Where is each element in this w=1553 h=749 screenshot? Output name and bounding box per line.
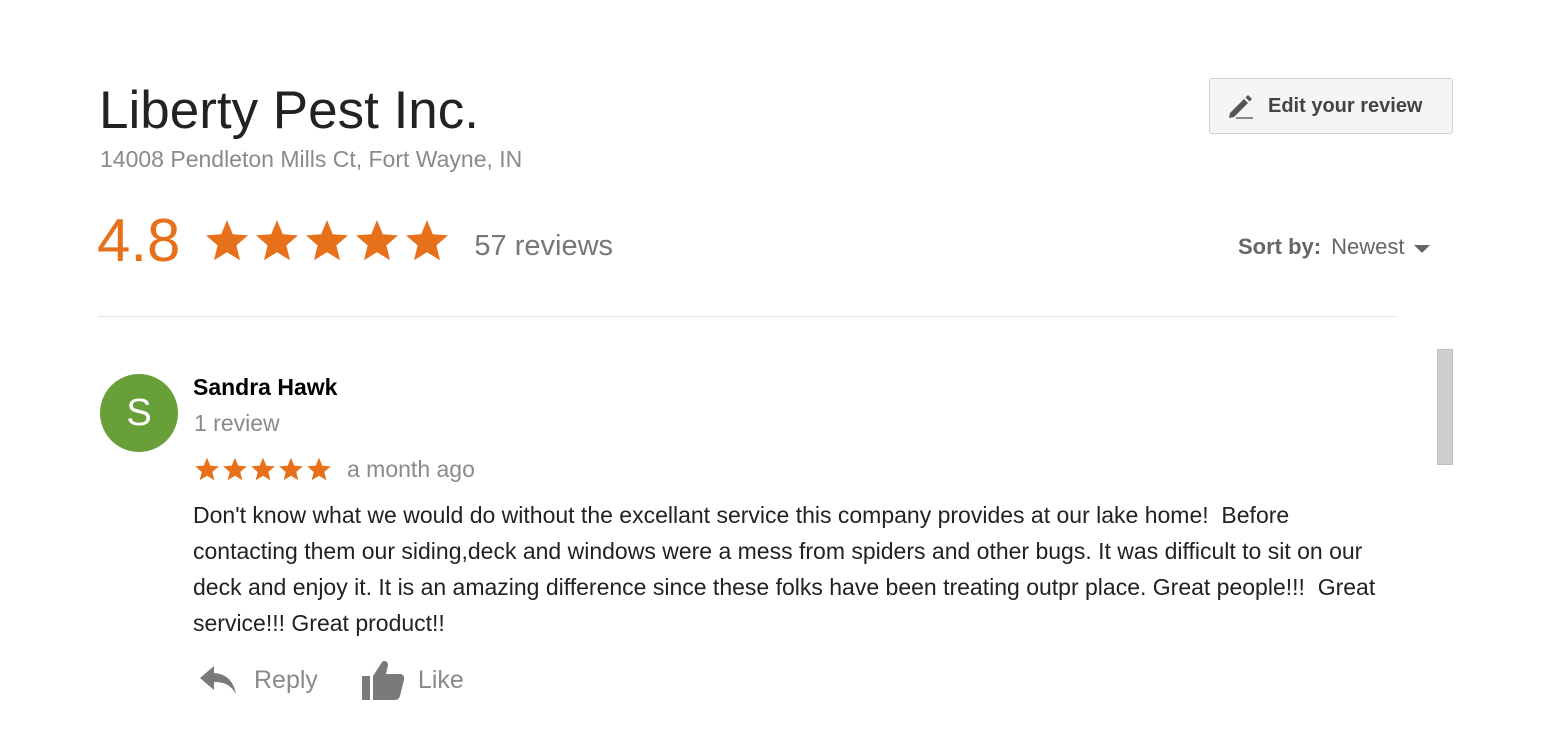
avatar[interactable]: S (100, 374, 178, 452)
review-text: Don't know what we would do without the … (193, 502, 1382, 636)
divider (98, 316, 1397, 317)
edit-review-label: Edit your review (1268, 94, 1423, 117)
reviews-dialog: Liberty Pest Inc. 14008 Pendleton Mills … (0, 0, 1553, 749)
like-button[interactable]: Like (360, 658, 464, 702)
star-icon (195, 457, 219, 481)
star-icon (206, 220, 249, 261)
star-icon (223, 457, 247, 481)
star-icon (406, 220, 449, 261)
star-icon (251, 457, 275, 481)
average-rating: 4.8 (97, 207, 181, 274)
sort-value: Newest (1331, 234, 1405, 259)
rating-summary: 4.8 57 reviews (97, 205, 613, 277)
reviewer-name[interactable]: Sandra Hawk (193, 374, 337, 401)
sort-label: Sort by: (1238, 234, 1322, 259)
star-icon (307, 457, 331, 481)
rating-stars (202, 217, 452, 265)
reply-icon (200, 666, 236, 694)
review-meta: a month ago (193, 456, 475, 483)
edit-review-button[interactable]: Edit your review (1209, 78, 1453, 134)
reviewer-review-count: 1 review (194, 410, 280, 436)
like-label: Like (417, 665, 464, 694)
review-time: a month ago (347, 456, 475, 482)
star-icon (279, 457, 303, 481)
sort-dropdown[interactable]: Sort by: Newest (1238, 234, 1431, 260)
review-stars (193, 456, 333, 483)
star-icon (356, 220, 399, 261)
thumbs-up-icon (361, 661, 404, 700)
reply-button[interactable]: Reply (196, 658, 318, 702)
business-address: 14008 Pendleton Mills Ct, Fort Wayne, IN (100, 146, 523, 172)
star-icon (306, 220, 349, 261)
star-icon (256, 220, 299, 261)
review-actions: Reply Like (196, 658, 506, 702)
business-name: Liberty Pest Inc. (99, 81, 480, 140)
reply-label: Reply (254, 665, 318, 694)
total-review-count: 57 reviews (474, 229, 614, 262)
pencil-icon (1226, 91, 1256, 121)
caret-down-icon (1414, 245, 1431, 253)
scrollbar-thumb[interactable] (1437, 349, 1453, 465)
